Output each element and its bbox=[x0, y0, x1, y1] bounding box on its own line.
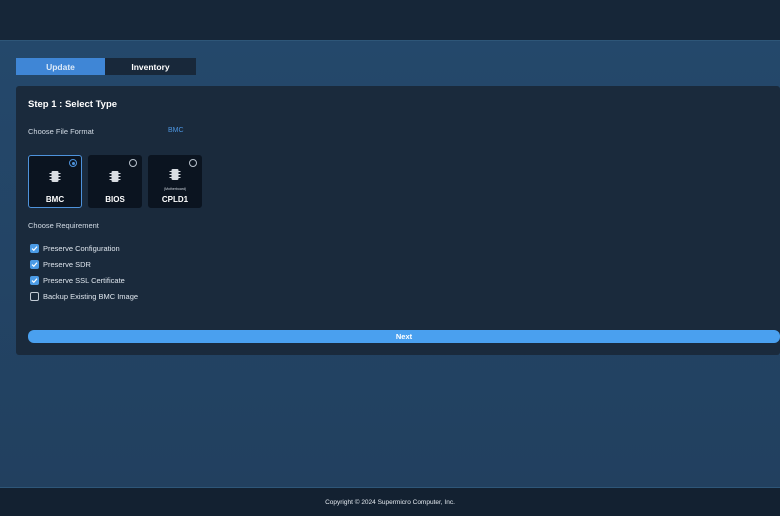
radio-unselected-icon[interactable] bbox=[129, 159, 137, 167]
main-content: Update Inventory Step 1 : Select Type Ch… bbox=[0, 41, 780, 487]
requirement-label: Choose Requirement bbox=[28, 221, 99, 230]
checkbox-label: Preserve Configuration bbox=[43, 243, 120, 253]
footer: Copyright © 2024 Supermicro Computer, In… bbox=[0, 487, 780, 516]
checkbox-preserve-sdr[interactable]: Preserve SDR bbox=[30, 259, 91, 269]
type-option-bios[interactable]: BIOS bbox=[88, 155, 142, 208]
file-format-label: Choose File Format bbox=[28, 127, 94, 136]
checkbox-backup-existing-bmc-image[interactable]: Backup Existing BMC Image bbox=[30, 291, 138, 301]
next-button[interactable]: Next bbox=[28, 330, 780, 343]
copyright-text: Copyright © 2024 Supermicro Computer, In… bbox=[325, 498, 455, 506]
tab-bar: Update Inventory bbox=[16, 58, 196, 75]
tab-inventory[interactable]: Inventory bbox=[105, 58, 196, 75]
type-option-bmc[interactable]: BMC bbox=[28, 155, 82, 208]
chip-icon bbox=[49, 171, 61, 182]
type-label: CPLD1 bbox=[161, 195, 189, 204]
radio-selected-icon[interactable] bbox=[69, 159, 77, 167]
file-format-value: BMC bbox=[168, 127, 184, 134]
checkbox-label: Preserve SDR bbox=[43, 259, 91, 269]
checkbox-checked-icon[interactable] bbox=[30, 259, 39, 269]
checkbox-label: Preserve SSL Certificate bbox=[43, 275, 125, 285]
radio-unselected-icon[interactable] bbox=[189, 159, 197, 167]
type-option-cpld1[interactable]: (Motherboard) CPLD1 bbox=[148, 155, 202, 208]
update-panel: Step 1 : Select Type Choose File Format … bbox=[16, 86, 780, 355]
checkbox-checked-icon[interactable] bbox=[30, 275, 39, 285]
type-label: BIOS bbox=[105, 195, 125, 204]
checkbox-preserve-configuration[interactable]: Preserve Configuration bbox=[30, 243, 120, 253]
type-sublabel: (Motherboard) bbox=[163, 187, 187, 191]
checkbox-checked-icon[interactable] bbox=[30, 243, 39, 253]
chip-icon bbox=[169, 169, 181, 180]
top-header-bar bbox=[0, 0, 780, 41]
checkbox-label: Backup Existing BMC Image bbox=[43, 291, 139, 301]
chip-icon bbox=[109, 171, 121, 182]
tab-update[interactable]: Update bbox=[16, 58, 105, 75]
checkbox-preserve-ssl-certificate[interactable]: Preserve SSL Certificate bbox=[30, 275, 125, 285]
type-label: BMC bbox=[45, 195, 65, 204]
checkbox-unchecked-icon[interactable] bbox=[30, 291, 39, 301]
step-title: Step 1 : Select Type bbox=[28, 99, 118, 110]
